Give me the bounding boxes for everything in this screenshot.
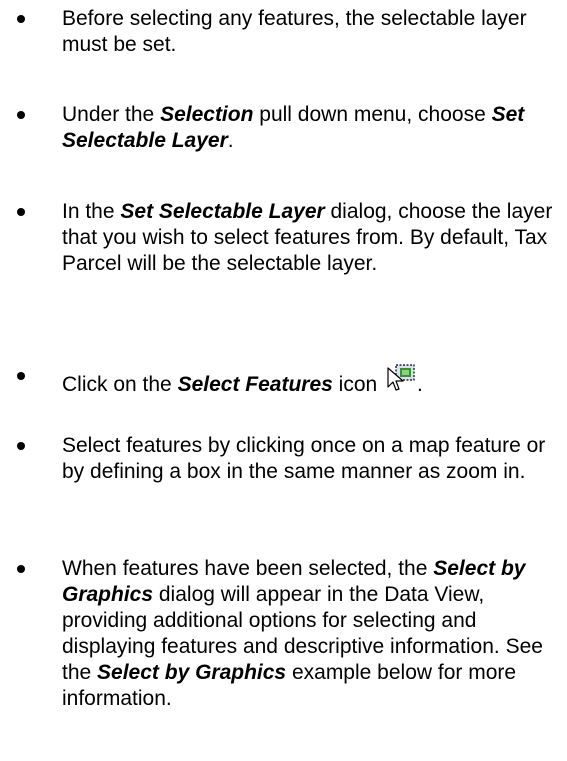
text-segment: When features have been selected, the (62, 557, 434, 580)
text-segment: . (227, 129, 234, 152)
bullet-icon (17, 15, 25, 23)
bullet-icon (17, 208, 25, 216)
list-item-text: Click on the Select Features icon . (62, 363, 567, 398)
text-segment: In the (62, 200, 121, 223)
list-item-text: Before selecting any features, the selec… (62, 6, 567, 58)
menu-name-emphasis: Selection (160, 103, 254, 126)
tool-name-emphasis: Select Features (177, 373, 333, 396)
text-segment: Click on the (62, 373, 178, 396)
text-segment: pull down menu, choose (253, 103, 492, 126)
bullet-icon (17, 111, 25, 119)
list-item-text: Under the Selection pull down menu, choo… (62, 102, 567, 154)
dialog-name-emphasis: Select by Graphics (97, 661, 287, 684)
text-segment: Select features by clicking once on a ma… (62, 434, 546, 483)
bullet-icon (17, 372, 25, 380)
list-item-text: When features have been selected, the Se… (62, 556, 567, 712)
text-segment: Before selecting any features, the selec… (62, 7, 527, 56)
text-segment: icon (332, 373, 384, 396)
list-item-text: In the Set Selectable Layer dialog, choo… (62, 199, 567, 277)
text-segment: Under the (62, 103, 161, 126)
text-segment: . (417, 373, 423, 396)
bullet-icon (17, 565, 25, 573)
dialog-name-emphasis: Set Selectable Layer (120, 200, 325, 223)
select-features-icon (385, 363, 417, 393)
list-item-text: Select features by clicking once on a ma… (62, 433, 567, 485)
bullet-icon (17, 442, 25, 450)
